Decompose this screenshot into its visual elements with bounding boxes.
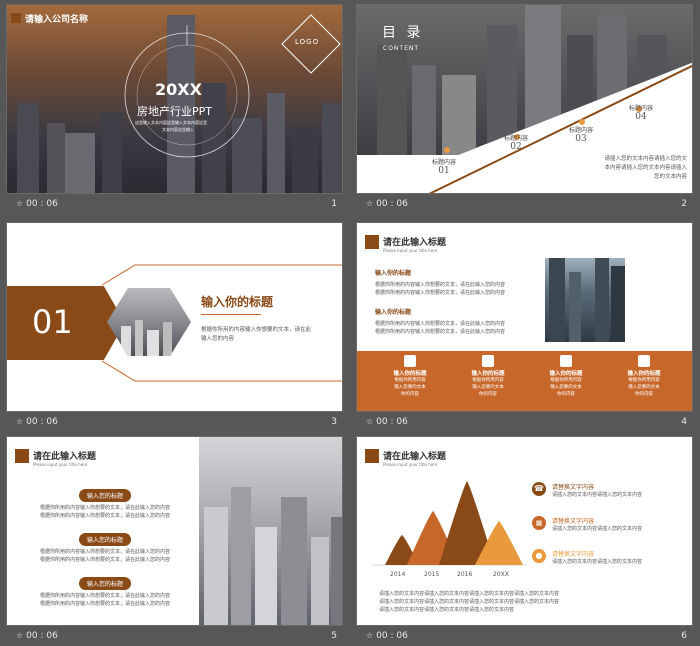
slide-canvas: 01 输入你的标题 根据你所用的内容输入你想要的文本，请在此 输入您的内容 — [6, 222, 343, 412]
toc-item[interactable]: 标题内容 01 — [432, 157, 456, 176]
text-block: 输入您的标题 根据你所用的内容输入你想要的文本，请在此输入您的内容 根据你所用的… — [25, 483, 185, 520]
subtitle-line-2: 文本内容这里输入 — [162, 127, 194, 132]
section-body: 根据你所用的内容输入你想要的文本，请在此 输入您的内容 — [201, 327, 312, 342]
text-block: 输入您的标题 根据你所用的内容输入你想要的文本，请在此输入您的内容 根据你所用的… — [25, 527, 185, 564]
year-label: 2016 — [457, 571, 473, 578]
slide-time: 00 : 06 — [376, 199, 408, 209]
slide-subtitle: Please input your title here — [33, 462, 88, 467]
year-text: 20XX — [155, 80, 202, 99]
location-icon: ● — [532, 549, 546, 563]
star-icon: ☆ — [16, 417, 24, 426]
year-label: 2014 — [390, 571, 406, 578]
slide-title: 请在此输入标题 — [33, 452, 97, 462]
slide-info-bar: ☆ 00 : 06 4 — [356, 414, 693, 432]
feature-icon — [404, 355, 416, 367]
slide-info-bar: ☆ 00 : 06 6 — [356, 628, 693, 646]
subtitle-line-1: 这里输入文本内容这里输入文本内容这里 — [135, 120, 207, 125]
brand-square — [11, 13, 21, 23]
text-block: 输入您的标题 根据你所用的内容输入你想要的文本，请在此输入您的内容 根据你所用的… — [25, 571, 185, 608]
slide-canvas: 请在此输入标题 Please input your title here 输入您… — [6, 436, 343, 626]
skyscraper-image — [545, 258, 625, 342]
feature-item[interactable]: 输入你的标题 根据你所用内容 输入您要的文本 你的内容 — [453, 355, 523, 398]
slide-number: 6 — [681, 631, 687, 641]
feature-item[interactable]: 输入你的标题 根据你所用内容 输入您要的文本 你的内容 — [375, 355, 445, 398]
header-square — [365, 235, 379, 249]
slide-time: 00 : 06 — [376, 631, 408, 641]
slide-time: 00 : 06 — [26, 417, 58, 427]
slide-time: 00 : 06 — [26, 631, 58, 641]
text-block: 输入你的标题 根据你所用的内容输入你想要的文本，请在此输入您的内容 根据你所用的… — [375, 270, 506, 296]
slide-info-bar: ☆ 00 : 06 2 — [356, 196, 693, 214]
slide-title: 请在此输入标题 — [383, 238, 447, 248]
slide-subtitle: Please input your title here — [383, 248, 438, 253]
star-icon: ☆ — [16, 199, 24, 208]
section-title: 输入你的标题 — [201, 295, 274, 309]
feature-item[interactable]: 输入你的标题 根据你所用内容 输入您要的文本 你的内容 — [531, 355, 601, 398]
toc-item[interactable]: 标题内容 03 — [569, 125, 593, 144]
slide-number: 1 — [331, 199, 337, 209]
header-square — [15, 449, 29, 463]
year-label: 20XX — [493, 571, 509, 578]
slide-canvas: 请在此输入标题 Please input your title here 201… — [356, 436, 693, 626]
slide-number: 3 — [331, 417, 337, 427]
section-number: 01 — [32, 303, 73, 341]
slide-canvas: 请在此输入标题 Please input your title here 输入你… — [356, 222, 693, 412]
slide-number: 2 — [681, 199, 687, 209]
slide-time: 00 : 06 — [26, 199, 58, 209]
slide-number: 5 — [331, 631, 337, 641]
toc-body-text: 请插入您的文本内容请插入您的文 本内容请插入您的文本内容请插入 您的文本内容 — [604, 156, 687, 180]
city-buildings-image — [199, 437, 342, 625]
feature-item[interactable]: 输入你的标题 根据你所用内容 输入您要的文本 你的内容 — [609, 355, 679, 398]
bottom-body-text: 请插入您的文本内容请插入您的文本内容请插入您的文本内容请插入您的文本内容 请插入… — [379, 591, 560, 613]
feature-icon — [560, 355, 572, 367]
slide-info-bar: ☆ 00 : 06 5 — [6, 628, 343, 646]
text-block: 输入你的标题 根据你所用的内容输入你想要的文本，请在此输入您的内容 根据你所用的… — [375, 309, 506, 335]
feature-icon — [638, 355, 650, 367]
company-name: 请输入公司名称 — [25, 15, 89, 25]
slide-canvas: 目 录 CONTENT 标题内容 01 标题内容 02 标题内容 03 标题内容… — [356, 4, 693, 194]
year-label: 2015 — [424, 571, 440, 578]
slide-info-bar: ☆ 00 : 06 1 — [6, 196, 343, 214]
slide-time: 00 : 06 — [376, 417, 408, 427]
feature-icon — [482, 355, 494, 367]
star-icon: ☆ — [366, 199, 374, 208]
presentation-title: 房地产行业PPT — [137, 105, 212, 118]
toc-item[interactable]: 标题内容 02 — [504, 133, 528, 152]
phone-icon: ☎ — [532, 482, 546, 496]
title-underline — [201, 314, 261, 315]
slide-number: 4 — [681, 417, 687, 427]
logo-text: LOGO — [295, 38, 320, 46]
slide-info-bar: ☆ 00 : 06 3 — [6, 414, 343, 432]
slide-canvas: 请输入公司名称 LOGO 20XX 房地产行业PPT 这里输入文本内容这里输入文… — [6, 4, 343, 194]
star-icon: ☆ — [366, 631, 374, 640]
star-icon: ☆ — [16, 631, 24, 640]
calendar-icon: ▦ — [532, 516, 546, 530]
star-icon: ☆ — [366, 417, 374, 426]
toc-item[interactable]: 标题内容 04 — [629, 103, 653, 122]
